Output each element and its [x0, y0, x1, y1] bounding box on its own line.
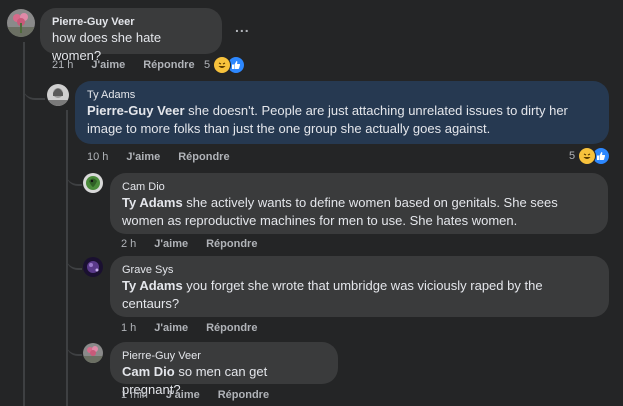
- avatar[interactable]: [7, 9, 35, 37]
- reaction-summary[interactable]: 5: [569, 147, 611, 165]
- comment-body: she actively wants to define women based…: [122, 195, 558, 228]
- comment-time[interactable]: 2 h: [121, 238, 136, 250]
- comment-bubble: Cam Dio Ty Adams she actively wants to d…: [110, 173, 608, 234]
- mention-link[interactable]: Cam Dio: [122, 364, 175, 379]
- avatar[interactable]: [83, 257, 103, 277]
- thread-connector: [66, 150, 82, 186]
- comment-actions: 21 h J'aime Répondre: [52, 59, 195, 71]
- like-button[interactable]: J'aime: [166, 389, 200, 401]
- laughing-face-icon: [578, 147, 597, 165]
- mention-link[interactable]: Pierre-Guy Veer: [87, 103, 185, 118]
- comment-author[interactable]: Pierre-Guy Veer: [122, 349, 326, 363]
- reaction-count: 5: [204, 59, 211, 71]
- comment-text: Pierre-Guy Veer she doesn't. People are …: [87, 102, 597, 138]
- comment-text: Ty Adams she actively wants to define wo…: [122, 194, 596, 230]
- comment-actions: 1 h J'aime Répondre: [121, 322, 257, 334]
- comment-bubble: Pierre-Guy Veer how does she hate women?: [40, 8, 222, 63]
- comment-time[interactable]: 10 h: [87, 151, 108, 163]
- comment-author[interactable]: Grave Sys: [122, 263, 597, 277]
- comment-author[interactable]: Pierre-Guy Veer: [52, 15, 210, 29]
- reaction-summary[interactable]: 5: [204, 56, 246, 74]
- like-button[interactable]: J'aime: [154, 322, 188, 334]
- avatar[interactable]: [83, 343, 103, 363]
- avatar[interactable]: [47, 84, 69, 106]
- comment-actions: 2 h J'aime Répondre: [121, 238, 257, 250]
- avatar[interactable]: [83, 173, 103, 193]
- thread-line-main: [23, 42, 25, 406]
- reply-button[interactable]: Répondre: [206, 322, 257, 334]
- mention-link[interactable]: Ty Adams: [122, 278, 183, 293]
- comment-actions: 10 h J'aime Répondre: [87, 151, 230, 163]
- mention-link[interactable]: Ty Adams: [122, 195, 183, 210]
- thread-connector: [66, 234, 82, 270]
- comment-bubble: Pierre-Guy Veer Cam Dio so men can get p…: [110, 342, 338, 397]
- like-button[interactable]: J'aime: [154, 238, 188, 250]
- thread-connector: [23, 64, 45, 100]
- reply-button[interactable]: Répondre: [178, 151, 229, 163]
- comment-time[interactable]: 1 min: [121, 389, 148, 401]
- like-button[interactable]: J'aime: [91, 59, 125, 71]
- comment-time[interactable]: 21 h: [52, 59, 73, 71]
- comment-bubble: Grave Sys Ty Adams you forget she wrote …: [110, 256, 609, 317]
- comment-author[interactable]: Cam Dio: [122, 180, 596, 194]
- comment-author[interactable]: Ty Adams: [87, 88, 597, 102]
- comment-text: Ty Adams you forget she wrote that umbri…: [122, 277, 597, 313]
- thread-connector: [66, 318, 82, 356]
- more-options-button[interactable]: ...: [235, 19, 250, 35]
- comment-time[interactable]: 1 h: [121, 322, 136, 334]
- comment-bubble: Ty Adams Pierre-Guy Veer she doesn't. Pe…: [75, 81, 609, 144]
- reply-button[interactable]: Répondre: [206, 238, 257, 250]
- comment-body: you forget she wrote that umbridge was v…: [122, 278, 543, 311]
- reaction-count: 5: [569, 150, 576, 162]
- laughing-face-icon: [213, 56, 232, 74]
- like-button[interactable]: J'aime: [126, 151, 160, 163]
- reply-button[interactable]: Répondre: [218, 389, 269, 401]
- comment-actions: 1 min J'aime Répondre: [121, 389, 269, 401]
- reply-button[interactable]: Répondre: [143, 59, 194, 71]
